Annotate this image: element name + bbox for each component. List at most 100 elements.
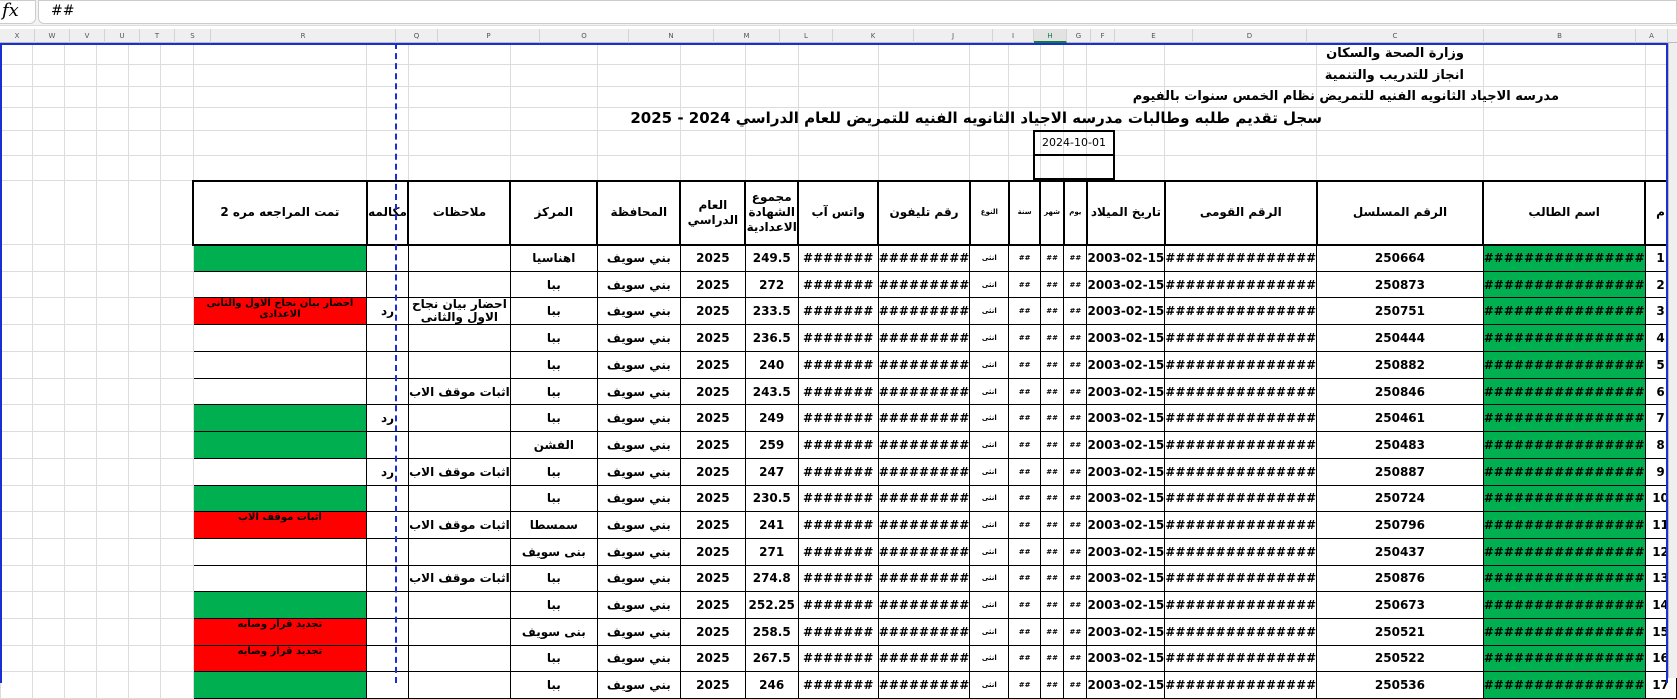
- cell-O[interactable]: ببا: [509, 270, 598, 299]
- cell-Q[interactable]: [366, 377, 409, 406]
- cell-P[interactable]: [407, 644, 511, 673]
- cell[interactable]: [509, 86, 598, 108]
- cell[interactable]: [63, 155, 97, 181]
- cell-C[interactable]: 250724: [1316, 484, 1484, 513]
- cell-D[interactable]: ###############: [1164, 431, 1318, 459]
- cell-P[interactable]: اثبات موقف الاب: [407, 457, 511, 486]
- cell[interactable]: [596, 155, 681, 181]
- cell-L[interactable]: 233.5: [744, 297, 799, 326]
- cell[interactable]: [744, 86, 799, 108]
- cell-B[interactable]: ################: [1482, 644, 1646, 673]
- cell[interactable]: [679, 43, 746, 65]
- cell-J[interactable]: #########: [877, 431, 971, 459]
- cell-R[interactable]: [192, 564, 368, 593]
- cell[interactable]: [366, 64, 409, 87]
- cell-L[interactable]: 247: [744, 457, 799, 486]
- cell[interactable]: [0, 270, 33, 299]
- cell-J[interactable]: #########: [877, 244, 971, 272]
- cell[interactable]: [969, 43, 1010, 65]
- cell-Q[interactable]: [366, 351, 409, 379]
- cell-D[interactable]: ###############: [1164, 377, 1318, 406]
- cell[interactable]: [797, 130, 879, 156]
- cell-D[interactable]: ###############: [1164, 484, 1318, 513]
- cell-R[interactable]: [192, 591, 368, 619]
- cell-G[interactable]: ##: [1039, 351, 1065, 379]
- cell[interactable]: [95, 537, 129, 566]
- column-header-M[interactable]: M: [714, 29, 780, 43]
- cell[interactable]: [127, 43, 161, 65]
- cell[interactable]: [31, 244, 65, 272]
- cell[interactable]: [95, 351, 129, 379]
- cell-D[interactable]: ###############: [1164, 244, 1318, 272]
- cell-P[interactable]: اثبات موقف الاب: [407, 377, 511, 406]
- cell-R[interactable]: تجديد قرار وصايه: [192, 644, 368, 673]
- cell-C[interactable]: 250673: [1316, 591, 1484, 619]
- cell-L[interactable]: 246: [744, 671, 799, 699]
- cell-F[interactable]: ##: [1063, 457, 1088, 486]
- cell[interactable]: [407, 155, 511, 181]
- cell[interactable]: [31, 377, 65, 406]
- column-header-E[interactable]: E: [1115, 29, 1193, 43]
- cell-F[interactable]: ##: [1063, 591, 1088, 619]
- cell-I[interactable]: انثى: [969, 457, 1010, 486]
- cell[interactable]: [596, 130, 681, 156]
- cell[interactable]: [159, 591, 194, 619]
- cell-G[interactable]: ##: [1039, 297, 1065, 326]
- cell-R[interactable]: احضار بيان نجاح الاول والثانى الاعدادى: [192, 297, 368, 326]
- cell-L[interactable]: 259: [744, 431, 799, 459]
- cell-D[interactable]: ###############: [1164, 537, 1318, 566]
- cell[interactable]: [192, 43, 368, 65]
- cell-N[interactable]: بني سويف: [596, 671, 681, 699]
- cell-B[interactable]: ################: [1482, 671, 1646, 699]
- cell-M[interactable]: 2025: [679, 404, 746, 433]
- cell-K[interactable]: #######: [797, 377, 879, 406]
- column-header-O[interactable]: O: [540, 29, 629, 43]
- cell-G[interactable]: ##: [1039, 591, 1065, 619]
- cell-E[interactable]: 2003-02-15: [1086, 617, 1166, 646]
- cell-M[interactable]: 2025: [679, 617, 746, 646]
- cell[interactable]: [95, 270, 129, 299]
- cell[interactable]: [1482, 107, 1646, 131]
- cell-E[interactable]: 2003-02-15: [1086, 457, 1166, 486]
- cell[interactable]: [159, 617, 194, 646]
- cell-E[interactable]: 2003-02-15: [1086, 244, 1166, 272]
- cell-O[interactable]: ببا: [509, 324, 598, 353]
- cell-F[interactable]: ##: [1063, 537, 1088, 566]
- cell-I[interactable]: انثى: [969, 297, 1010, 326]
- cell-H[interactable]: ##: [1008, 457, 1041, 486]
- cell[interactable]: [95, 107, 129, 131]
- cell-K[interactable]: #######: [797, 564, 879, 593]
- cell[interactable]: [127, 644, 161, 673]
- cell-R[interactable]: [192, 457, 368, 486]
- cell[interactable]: [509, 130, 598, 156]
- cell[interactable]: [63, 324, 97, 353]
- cell[interactable]: [0, 324, 33, 353]
- cell[interactable]: [0, 107, 33, 131]
- cell-I[interactable]: انثى: [969, 484, 1010, 513]
- cell[interactable]: [95, 484, 129, 513]
- cell-Q[interactable]: [366, 431, 409, 459]
- cell-D[interactable]: ###############: [1164, 644, 1318, 673]
- cell[interactable]: [0, 297, 33, 326]
- cell[interactable]: [31, 484, 65, 513]
- cell-Q[interactable]: [366, 644, 409, 673]
- cell[interactable]: [127, 511, 161, 539]
- cell-L[interactable]: 236.5: [744, 324, 799, 353]
- cell-L[interactable]: 267.5: [744, 644, 799, 673]
- cell-N[interactable]: بني سويف: [596, 484, 681, 513]
- column-header-T[interactable]: T: [140, 29, 175, 43]
- cell[interactable]: [127, 564, 161, 593]
- cell[interactable]: [969, 64, 1010, 87]
- cell-I[interactable]: انثى: [969, 431, 1010, 459]
- cell[interactable]: [159, 457, 194, 486]
- cell-N[interactable]: بني سويف: [596, 537, 681, 566]
- cell[interactable]: [159, 511, 194, 539]
- cell-O[interactable]: بنى سويف: [509, 617, 598, 646]
- cell-C[interactable]: 250444: [1316, 324, 1484, 353]
- cell[interactable]: [63, 671, 97, 699]
- cell[interactable]: [0, 155, 33, 181]
- cell-Q[interactable]: [366, 564, 409, 593]
- cell-I[interactable]: انثى: [969, 324, 1010, 353]
- cell-P[interactable]: اثبات موقف الاب: [407, 511, 511, 539]
- cell[interactable]: [744, 155, 799, 181]
